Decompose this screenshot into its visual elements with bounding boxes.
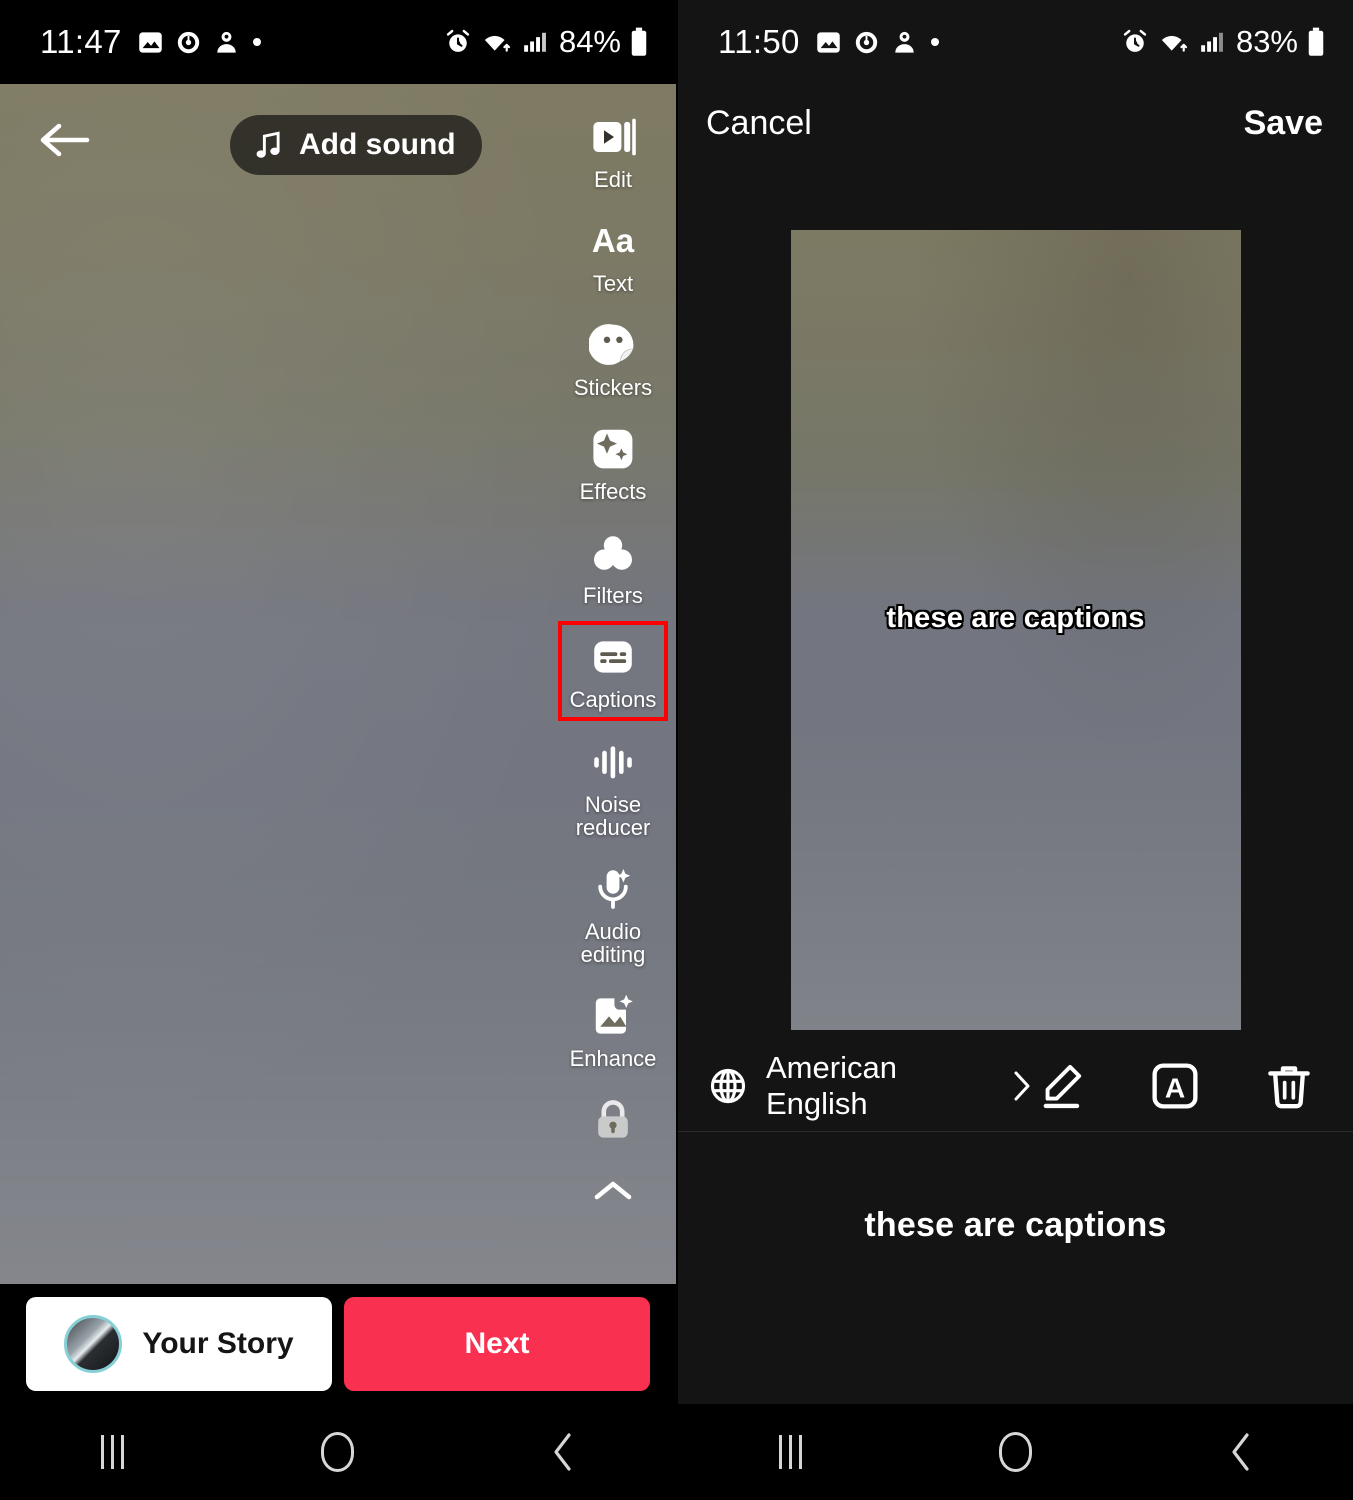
status-right-icons: 83% [1121,24,1325,60]
image-icon [815,29,842,56]
caption-toolbar: American English A [678,1040,1353,1132]
status-time: 11:50 [718,23,800,60]
caption-preview-stage: these are captions [678,162,1353,1040]
next-button[interactable]: Next [344,1297,650,1391]
wifi-icon [481,28,513,56]
left-android-nav-bar [0,1404,676,1500]
tool-label: Noise reducer [575,791,651,840]
overlay-caption-text[interactable]: these are captions [791,602,1241,635]
dot-icon [929,36,941,48]
tool-label: Text [592,271,634,297]
waveform-icon [589,738,637,786]
status-left-icons [137,29,263,56]
left-status-bar: 11:47 84% [0,0,676,84]
video-preview[interactable]: these are captions [790,230,1241,1030]
alarm-icon [444,28,472,56]
globe-icon [708,1066,748,1106]
left-phone-screen: 11:47 84% Add sound Edit Aa Text Sticker… [0,0,676,1500]
next-label: Next [464,1327,530,1360]
person-icon [213,29,240,56]
tool-enhance[interactable]: Enhance [561,983,665,1076]
recents-icon[interactable] [741,1417,841,1487]
alarm-clock-icon [853,29,880,56]
video-clip-icon [589,113,637,161]
home-icon[interactable] [288,1417,388,1487]
tool-audio-editing[interactable]: Audio editing [561,856,665,972]
status-time: 11:47 [40,23,122,60]
dot-icon [251,36,263,48]
back-arrow-icon[interactable] [32,112,96,168]
lock-icon [589,1096,637,1144]
battery-percent: 84% [558,24,621,59]
caption-action-buttons: A [1033,1058,1323,1114]
recents-icon[interactable] [63,1417,163,1487]
edit-pencil-icon[interactable] [1033,1058,1089,1114]
language-label: American English [766,1049,897,1121]
signal-icon [1199,29,1225,55]
dual-screenshot-container: 11:47 84% Add sound Edit Aa Text Sticker… [0,0,1353,1500]
avatar [64,1315,123,1373]
status-right-icons: 84% [444,24,648,60]
sparkles-icon [589,425,637,473]
tool-edit[interactable]: Edit [561,104,665,197]
battery-percent: 83% [1235,24,1298,59]
your-story-button[interactable]: Your Story [26,1297,332,1391]
battery-icon [1307,27,1325,57]
back-icon[interactable] [1191,1417,1291,1487]
alarm-clock-icon [175,29,202,56]
tool-label: Audio editing [580,918,646,967]
microphone-sparkle-icon [589,865,637,913]
chevron-up-icon [589,1176,637,1206]
status-left-icons [815,29,941,56]
back-icon[interactable] [513,1417,613,1487]
text-aa-icon: Aa [589,217,637,265]
tool-effects[interactable]: Effects [561,416,665,509]
tool-label: Enhance [569,1045,657,1071]
editor-tool-rail: Edit Aa Text Stickers Effects Filters Ca… [558,104,668,1206]
image-sparkle-icon [589,992,637,1040]
person-icon [891,29,918,56]
tool-filters[interactable]: Filters [561,520,665,613]
cancel-button[interactable]: Cancel [706,104,812,143]
svg-text:Aa: Aa [592,222,635,259]
right-android-nav-bar [678,1404,1353,1500]
sticker-smiley-icon [589,321,637,369]
chevron-right-icon [1011,1069,1033,1103]
music-note-icon [252,129,285,162]
add-sound-button[interactable]: Add sound [230,115,482,175]
tool-text[interactable]: Aa Text [561,208,665,301]
filters-circles-icon [589,529,637,577]
tool-label: Captions [569,687,657,713]
image-icon [137,29,164,56]
tool-captions[interactable]: Captions [558,621,668,721]
tool-label: Effects [579,479,647,505]
signal-icon [522,29,548,55]
language-selector[interactable]: American English [708,1050,1033,1122]
home-icon[interactable] [966,1417,1066,1487]
tool-stickers[interactable]: Stickers [561,312,665,405]
right-phone-screen: 11:50 83% Cancel Save these are captions… [676,0,1353,1500]
tool-label: Edit [594,167,632,192]
svg-text:A: A [1165,1072,1185,1103]
caption-list-item[interactable]: these are captions [678,1206,1353,1245]
tool-label: Stickers [573,375,653,401]
caption-editor-header: Cancel Save [678,84,1353,162]
tool-noise-reducer[interactable]: Noise reducer [561,729,665,845]
tool-lock[interactable] [561,1087,665,1157]
alarm-icon [1121,28,1149,56]
tool-label: Filters [583,583,643,609]
your-story-label: Your Story [142,1327,294,1360]
left-bottom-action-bar: Your Story Next [0,1284,676,1404]
font-style-icon[interactable]: A [1147,1058,1203,1114]
wifi-icon [1158,28,1190,56]
battery-icon [630,27,648,57]
captions-icon [589,633,637,681]
collapse-toolbar-button[interactable] [561,1176,665,1206]
right-status-bar: 11:50 83% [678,0,1353,84]
add-sound-label: Add sound [299,128,456,161]
save-button[interactable]: Save [1244,104,1323,143]
delete-trash-icon[interactable] [1261,1058,1317,1114]
